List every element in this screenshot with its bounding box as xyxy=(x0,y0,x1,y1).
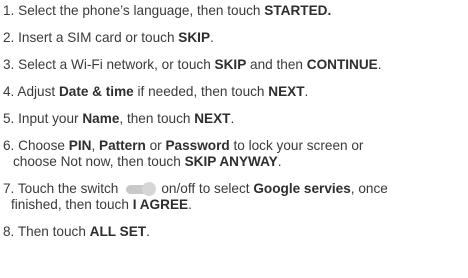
step-number: 7. xyxy=(3,181,15,196)
step-1: 1. Select the phone’s language, then tou… xyxy=(3,3,468,19)
step-number: 8. xyxy=(3,224,15,239)
step-keyword: I AGREE xyxy=(132,197,189,212)
step-text: Insert a SIM card or touch xyxy=(18,30,179,45)
step-6: 6. Choose PIN, Pattern or Password to lo… xyxy=(3,138,468,170)
step-text: to lock your screen or xyxy=(229,138,364,153)
step-text: or xyxy=(145,138,166,153)
step-keyword: Password xyxy=(165,138,230,153)
step-keyword: ALL SET xyxy=(89,224,147,239)
step-keyword: Name xyxy=(82,111,120,126)
step-continuation: choose Not now, then touch SKIP ANYWAY. xyxy=(3,154,468,170)
step-keyword: NEXT xyxy=(194,111,231,126)
step-text: . xyxy=(210,30,214,45)
step-number: 6. xyxy=(3,138,15,153)
step-text: Select a Wi-Fi network, or touch xyxy=(18,57,215,72)
step-text: Then touch xyxy=(17,224,90,239)
step-keyword: Date & time xyxy=(58,84,134,99)
step-text: . xyxy=(377,57,382,72)
step-text: on/off to select xyxy=(161,181,254,196)
step-text: , then touch xyxy=(119,111,195,126)
setup-steps-list: 1. Select the phone’s language, then tou… xyxy=(0,0,468,240)
toggle-switch-icon xyxy=(124,182,157,196)
step-text: Choose xyxy=(18,138,69,153)
step-text: . xyxy=(304,84,309,99)
step-text: Touch the switch xyxy=(17,181,119,196)
step-keyword: SKIP xyxy=(214,57,247,72)
step-7: 7. Touch the switch on/off to select Goog… xyxy=(3,181,468,213)
step-number: 5. xyxy=(3,111,15,126)
step-keyword: CONTINUE xyxy=(306,57,378,72)
step-keyword: SKIP xyxy=(178,30,211,45)
step-text: finished, then touch xyxy=(11,197,133,212)
step-text: Input your xyxy=(18,111,83,126)
step-2: 2. Insert a SIM card or touch SKIP. xyxy=(3,30,468,46)
step-keyword: PIN xyxy=(68,138,92,153)
step-text: . xyxy=(188,197,192,212)
step-keyword: Pattern xyxy=(99,138,146,153)
step-text: Adjust xyxy=(17,84,59,99)
step-text: Select the phone’s language, then touch xyxy=(18,3,265,18)
step-number: 1. xyxy=(3,3,15,18)
step-keyword: Google servies xyxy=(253,181,351,196)
step-4: 4. Adjust Date & time if needed, then to… xyxy=(3,84,468,100)
step-number: 4. xyxy=(3,84,15,99)
step-number: 3. xyxy=(3,57,15,72)
step-keyword: STARTED. xyxy=(264,3,332,18)
step-number: 2. xyxy=(3,30,15,45)
step-text: , xyxy=(91,138,99,153)
step-text: and then xyxy=(246,57,307,72)
step-text: choose Not now, then touch xyxy=(13,154,185,169)
step-text: . xyxy=(230,111,235,126)
step-text: if needed, then touch xyxy=(133,84,269,99)
step-keyword: NEXT xyxy=(268,84,305,99)
step-text: . xyxy=(146,224,150,239)
step-3: 3. Select a Wi-Fi network, or touch SKIP… xyxy=(3,57,468,73)
step-8: 8. Then touch ALL SET. xyxy=(3,224,468,240)
step-text: , once xyxy=(350,181,388,196)
step-continuation: finished, then touch I AGREE. xyxy=(3,197,468,213)
step-keyword: SKIP ANYWAY xyxy=(184,154,278,169)
step-5: 5. Input your Name, then touch NEXT. xyxy=(3,111,468,127)
step-text: . xyxy=(277,154,282,169)
